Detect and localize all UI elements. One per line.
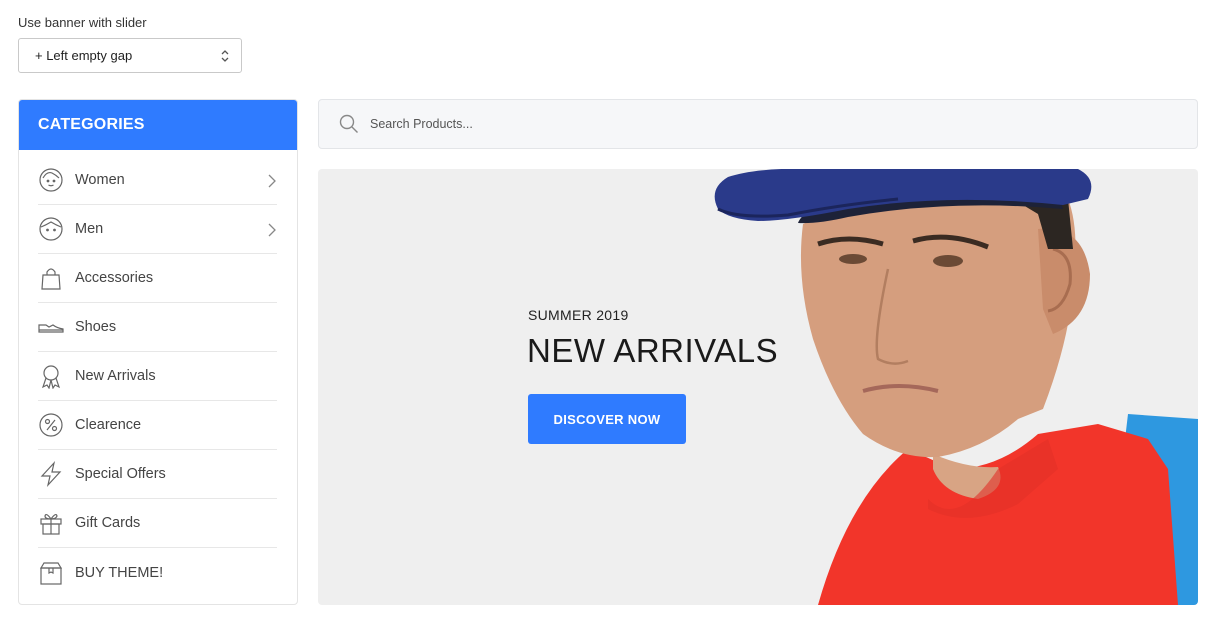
category-label: Shoes	[75, 319, 117, 335]
category-label: Men	[75, 221, 104, 237]
category-label: BUY THEME!	[75, 564, 164, 581]
banner-type-select[interactable]: + Left empty gap	[18, 38, 242, 73]
category-item-special-offers[interactable]: Special Offers	[38, 450, 277, 499]
discover-now-button[interactable]: DISCOVER NOW	[528, 394, 686, 444]
categories-menu: CATEGORIES Women Men Accessories Shoes N…	[18, 99, 298, 605]
category-item-buy-theme[interactable]: BUY THEME!	[38, 548, 277, 597]
category-item-clearence[interactable]: Clearence	[38, 401, 277, 450]
banner-subtitle: SUMMER 2019	[528, 307, 629, 323]
search-input[interactable]	[370, 117, 1070, 131]
search-bar	[318, 99, 1198, 149]
category-label: Gift Cards	[75, 515, 141, 531]
category-item-gift-cards[interactable]: Gift Cards	[38, 499, 277, 548]
woman-face-icon	[38, 167, 64, 193]
man-face-icon	[38, 216, 64, 242]
category-item-new-arrivals[interactable]: New Arrivals	[38, 352, 277, 401]
category-item-accessories[interactable]: Accessories	[38, 254, 277, 303]
box-icon	[38, 560, 64, 586]
category-label: New Arrivals	[75, 368, 156, 384]
banner-type-value: + Left empty gap	[35, 48, 133, 63]
chevron-right-icon	[268, 174, 276, 188]
category-item-men[interactable]: Men	[38, 205, 277, 254]
award-ribbon-icon	[38, 363, 64, 389]
select-arrows-icon	[221, 50, 229, 62]
lightning-icon	[38, 461, 64, 487]
category-item-shoes[interactable]: Shoes	[38, 303, 277, 352]
gift-icon	[38, 510, 64, 536]
category-label: Women	[75, 172, 125, 188]
bag-icon	[38, 265, 64, 291]
chevron-right-icon	[268, 223, 276, 237]
shoe-icon	[38, 314, 64, 340]
categories-title: CATEGORIES	[19, 100, 297, 150]
category-label: Clearence	[75, 417, 142, 433]
category-label: Special Offers	[75, 466, 166, 482]
categories-list: Women Men Accessories Shoes New Arrivals…	[19, 150, 297, 597]
percent-icon	[38, 412, 64, 438]
search-icon	[339, 114, 358, 133]
model-photo	[714, 169, 1198, 605]
banner-title: NEW ARRIVALS	[527, 332, 779, 369]
category-label: Accessories	[75, 270, 154, 286]
category-item-women[interactable]: Women	[38, 156, 277, 205]
banner-type-label: Use banner with slider	[18, 15, 147, 30]
hero-banner: SUMMER 2019 NEW ARRIVALS DISCOVER NOW	[318, 169, 1198, 605]
